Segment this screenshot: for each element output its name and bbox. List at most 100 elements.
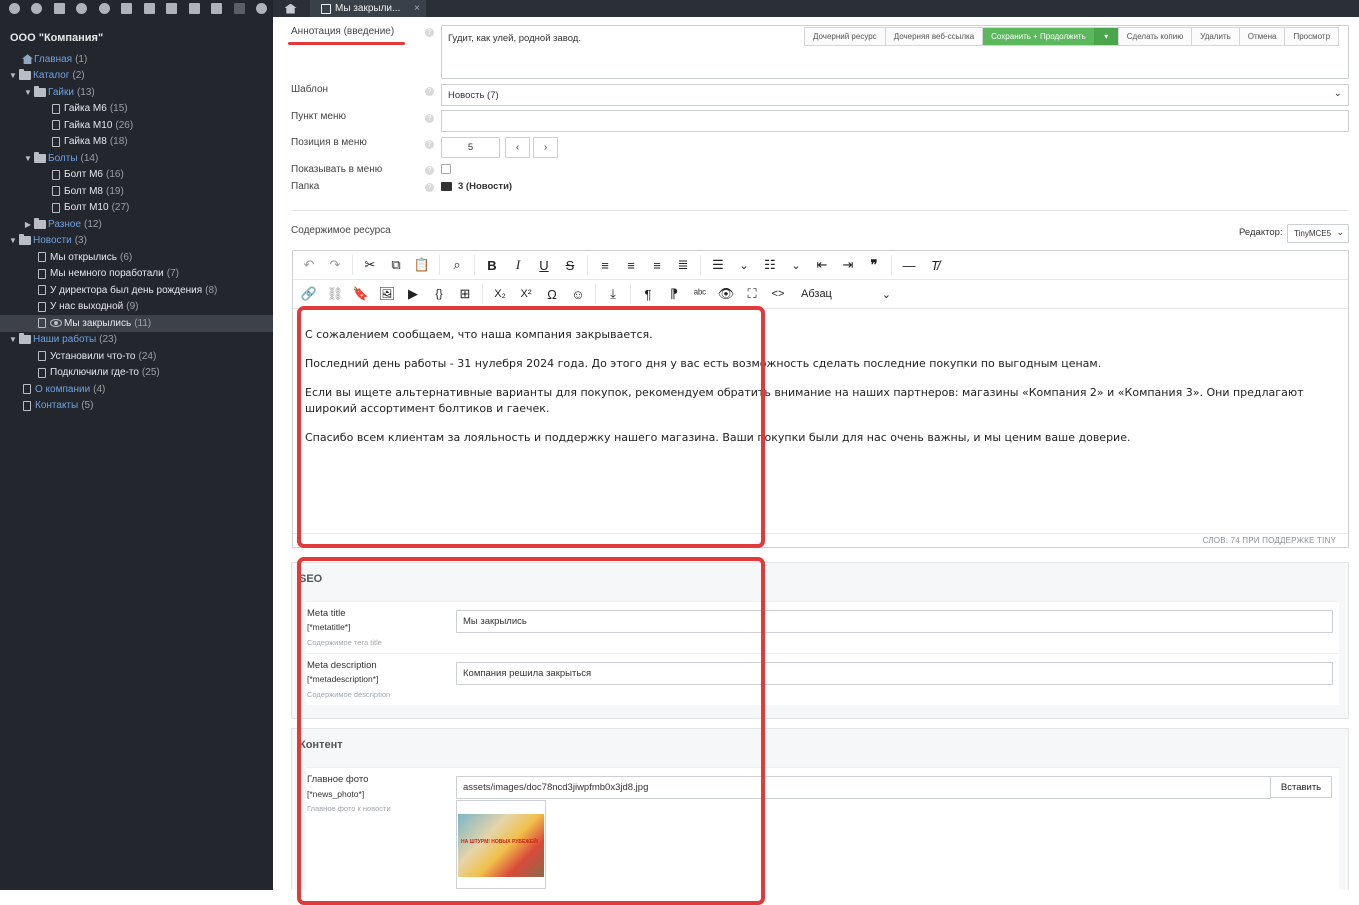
search-icon[interactable]: ⌕ xyxy=(444,254,470,276)
close-icon[interactable]: × xyxy=(414,3,420,14)
home-tab[interactable] xyxy=(273,0,308,17)
paste-icon[interactable]: 📋 xyxy=(409,254,435,276)
table-icon[interactable]: ⊞ xyxy=(452,283,478,305)
visual-blocks-icon[interactable]: ⁋ xyxy=(661,283,687,305)
block-format-select[interactable]: Абзац ⌄ xyxy=(801,288,891,301)
outdent-icon[interactable]: ⇤ xyxy=(809,254,835,276)
chevron-down-icon[interactable]: ⌄ xyxy=(783,254,809,276)
child-resource-button[interactable]: Дочерний ресурс xyxy=(805,28,886,45)
arrow-up-circle-icon[interactable] xyxy=(26,0,49,17)
image-icon[interactable]: 🖼 xyxy=(374,283,400,305)
underline-icon[interactable]: U xyxy=(531,254,557,276)
make-copy-button[interactable]: Сделать копию xyxy=(1119,28,1193,45)
sort-icon[interactable] xyxy=(116,0,139,17)
upload-icon[interactable]: ⤓ xyxy=(600,283,626,305)
code-icon[interactable]: <> xyxy=(765,283,791,305)
help-icon[interactable]: ? xyxy=(425,87,434,96)
insert-button[interactable]: Вставить xyxy=(1270,776,1332,798)
preview-eye-icon[interactable]: 👁 xyxy=(713,283,739,305)
tree-item-catalog[interactable]: ▼ Каталог (2) xyxy=(0,68,273,85)
tree-item-nut-m8[interactable]: Гайка М8 (18) xyxy=(0,134,273,151)
child-weblink-button[interactable]: Дочерняя веб-ссылка xyxy=(886,28,984,45)
align-center-icon[interactable]: ≡ xyxy=(618,254,644,276)
horizontal-rule-icon[interactable]: — xyxy=(896,254,922,276)
chevron-down-icon[interactable]: ▼ xyxy=(8,71,18,81)
trash-icon[interactable] xyxy=(228,0,251,17)
chevron-down-icon[interactable]: ▼ xyxy=(23,87,33,97)
tree-item-bolts[interactable]: ▼ Болты (14) xyxy=(0,150,273,167)
tree-item-news[interactable]: ▼ Новости (3) xyxy=(0,233,273,250)
sort-numeric-icon[interactable] xyxy=(138,0,161,17)
italic-icon[interactable]: I xyxy=(505,254,531,276)
editor-select[interactable]: TinyMCE5 ⌄ xyxy=(1287,224,1349,243)
subscript-icon[interactable]: X₂ xyxy=(487,283,513,305)
bookmark-icon[interactable]: 🔖 xyxy=(348,283,374,305)
tree-item-works[interactable]: ▼ Наши работы (23) xyxy=(0,332,273,349)
tree-item-nut-m10[interactable]: Гайка М10 (26) xyxy=(0,117,273,134)
unlink-icon[interactable]: ⛓ xyxy=(322,283,348,305)
save-continue-button[interactable]: Сохранить + Продолжить xyxy=(983,28,1095,45)
bullet-list-icon[interactable]: ☰ xyxy=(705,254,731,276)
align-justify-icon[interactable]: ≣ xyxy=(670,254,696,276)
spellcheck-icon[interactable]: ᵃᵇᶜ xyxy=(687,283,713,305)
fullscreen-icon[interactable]: ⛶ xyxy=(739,283,765,305)
numbered-list-icon[interactable]: ☷ xyxy=(757,254,783,276)
clear-format-icon[interactable]: T̸ xyxy=(922,254,948,276)
superscript-icon[interactable]: X² xyxy=(513,283,539,305)
delete-button[interactable]: Удалить xyxy=(1192,28,1240,45)
tree-item-news-closed[interactable]: Мы закрылись (11) xyxy=(0,315,273,332)
tree-item-contacts[interactable]: Контакты (5) xyxy=(0,398,273,415)
tree-item-bolt-m10[interactable]: Болт М10 (27) xyxy=(0,200,273,217)
chevron-right-icon[interactable]: ▶ xyxy=(23,219,33,229)
tree-item-works-connected[interactable]: Подключили где-то (25) xyxy=(0,365,273,382)
copy-icon[interactable]: ⧉ xyxy=(383,254,409,276)
align-left-icon[interactable]: ≡ xyxy=(592,254,618,276)
chevron-right-icon[interactable]: › xyxy=(533,137,558,158)
bold-icon[interactable]: B xyxy=(479,254,505,276)
chevron-down-icon[interactable]: ▼ xyxy=(8,335,18,345)
tree-item-nuts[interactable]: ▼ Гайки (13) xyxy=(0,84,273,101)
undo-icon[interactable]: ↶ xyxy=(296,254,322,276)
template-icon[interactable]: {} xyxy=(426,283,452,305)
tree-item-nut-m6[interactable]: Гайка М6 (15) xyxy=(0,101,273,118)
refresh-icon[interactable] xyxy=(93,0,116,17)
help-icon[interactable]: ? xyxy=(425,183,434,192)
chevron-left-icon[interactable]: ‹ xyxy=(505,137,530,158)
tree-item-news-worked[interactable]: Мы немного поработали (7) xyxy=(0,266,273,283)
redo-icon[interactable]: ↷ xyxy=(322,254,348,276)
tree-item-bolt-m8[interactable]: Болт М8 (19) xyxy=(0,183,273,200)
tree-item-misc[interactable]: ▶ Разное (12) xyxy=(0,216,273,233)
tree-item-news-birthday[interactable]: У директора был день рождения (8) xyxy=(0,282,273,299)
tree-root-label[interactable]: ООО "Компания" xyxy=(0,30,273,51)
contrast-icon[interactable] xyxy=(251,0,274,17)
link-icon[interactable] xyxy=(71,0,94,17)
copy-icon[interactable] xyxy=(183,0,206,17)
help-icon[interactable]: ? xyxy=(425,28,434,37)
new-document-icon[interactable] xyxy=(48,0,71,17)
align-right-icon[interactable]: ≡ xyxy=(644,254,670,276)
folder-value[interactable]: 3 (Новости) xyxy=(458,181,512,192)
cancel-button[interactable]: Отмена xyxy=(1240,28,1286,45)
tree-item-works-installed[interactable]: Установили что-то (24) xyxy=(0,348,273,365)
tree-item-news-dayoff[interactable]: У нас выходной (9) xyxy=(0,299,273,316)
indent-icon[interactable]: ⇥ xyxy=(835,254,861,276)
media-icon[interactable]: ▶ xyxy=(400,283,426,305)
strikethrough-icon[interactable]: S xyxy=(557,254,583,276)
show-in-menu-checkbox[interactable] xyxy=(441,164,451,174)
grid-icon[interactable] xyxy=(206,0,229,17)
help-icon[interactable]: ? xyxy=(425,166,434,175)
menu-item-input[interactable] xyxy=(441,110,1349,132)
emoji-icon[interactable]: ☺ xyxy=(565,283,591,305)
camera-icon[interactable] xyxy=(161,0,184,17)
help-icon[interactable]: ? xyxy=(425,114,434,123)
chevron-down-icon[interactable]: ⌄ xyxy=(731,254,757,276)
view-button[interactable]: Просмотр xyxy=(1285,28,1338,45)
blockquote-icon[interactable]: ❞ xyxy=(861,254,887,276)
save-options-chevron-icon[interactable]: ▾ xyxy=(1094,28,1119,45)
tab-resource-edit[interactable]: Мы закрыли... × xyxy=(310,0,426,17)
chevron-down-icon[interactable]: ▼ xyxy=(23,153,33,163)
menu-position-input[interactable]: 5 xyxy=(441,137,500,158)
template-select[interactable]: Новость (7) ⌄ xyxy=(441,84,1349,106)
help-icon[interactable]: ? xyxy=(425,140,434,149)
cut-icon[interactable]: ✂ xyxy=(357,254,383,276)
